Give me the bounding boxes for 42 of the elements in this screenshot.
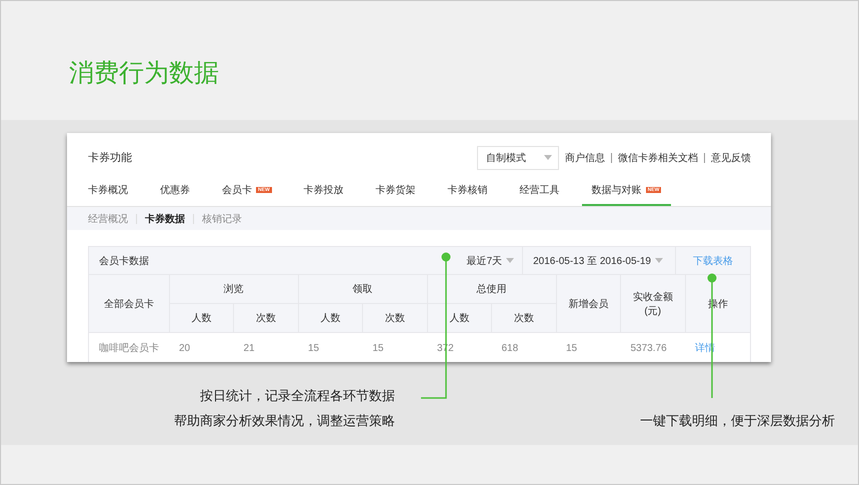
nav-tab[interactable]: 优惠券 (150, 175, 200, 206)
callout-text: 一键下载明细，便于深层数据分析 (640, 412, 835, 430)
callout-text: 帮助商家分析效果情况，调整运营策略 (174, 412, 395, 430)
column-header: 次数 (362, 304, 427, 332)
nav-tab[interactable]: 卡券投放 (294, 175, 354, 206)
caret-icon (544, 155, 552, 160)
column-header: 浏览 (169, 275, 298, 304)
column-header: 人数 (298, 304, 362, 332)
header-link[interactable]: 商户信息 (565, 150, 605, 164)
nav-tab[interactable]: 卡券货架 (366, 175, 426, 206)
table-cell: 15 (556, 332, 620, 362)
table-cell: 15 (298, 332, 362, 362)
table-cell: 618 (492, 332, 556, 362)
nav-tab[interactable]: 卡券概况 (88, 175, 138, 206)
column-header: 实收金额(元) (620, 275, 685, 332)
header-link[interactable]: 意见反馈 (711, 150, 751, 164)
column-header: 次数 (234, 304, 298, 332)
table-cell: 5373.76 (620, 332, 685, 362)
sub-tab[interactable]: 卡券数据 (145, 212, 185, 226)
header-link[interactable]: 微信卡券相关文档 (618, 150, 698, 164)
date-range-select[interactable]: 2016-05-13 至 2016-05-19 (523, 247, 676, 274)
column-header: 总使用 (427, 275, 556, 304)
column-header: 次数 (492, 304, 556, 332)
table-cell: 21 (234, 332, 298, 362)
column-header: 新增会员 (556, 275, 620, 332)
panel-title: 卡券功能 (88, 151, 132, 165)
table-cell: 20 (169, 332, 234, 362)
table-cell: 咖啡吧会员卡 (89, 332, 169, 362)
table-cell: 15 (362, 332, 427, 362)
table-title: 会员卡数据 (98, 254, 150, 268)
column-header: 人数 (427, 304, 492, 332)
range-select[interactable]: 最近7天 (458, 247, 524, 274)
mode-select[interactable]: 自制模式 (477, 146, 559, 170)
column-header: 人数 (169, 304, 234, 332)
slide-title: 消费行为数据 (69, 58, 219, 89)
nav-tab[interactable]: 经营工具 (510, 175, 570, 206)
callout-text: 按日统计，记录全流程各环节数据 (199, 387, 395, 405)
caret-icon (506, 258, 514, 263)
caret-icon (655, 258, 663, 263)
column-header: 领取 (298, 275, 427, 304)
column-header: 全部会员卡 (89, 275, 169, 332)
nav-tab[interactable]: 卡券核销 (438, 175, 498, 206)
